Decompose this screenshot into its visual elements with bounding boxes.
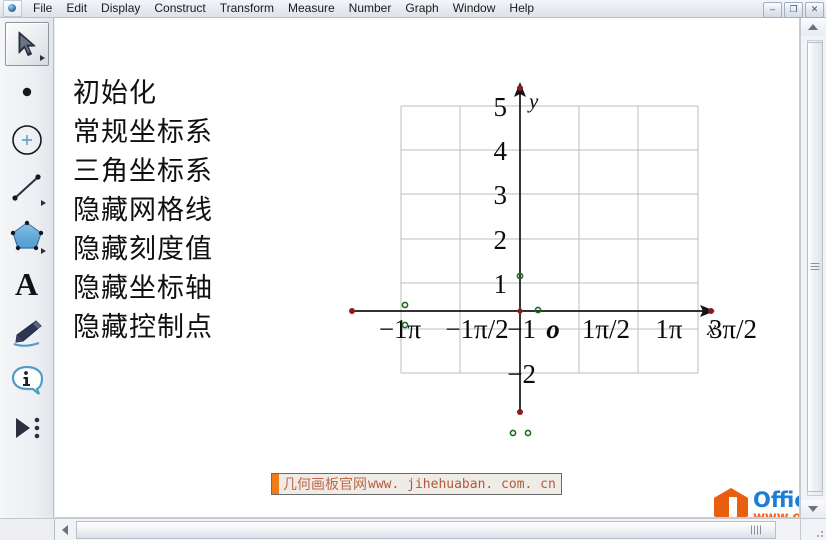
arrow-tool-submenu-icon[interactable]	[39, 55, 45, 61]
polygon-icon	[10, 220, 43, 251]
office-hex-icon	[714, 488, 748, 517]
y-tick-3: 3	[494, 180, 508, 210]
polygon-tool-submenu-icon[interactable]	[40, 248, 46, 254]
arrow-cursor-icon	[18, 31, 35, 56]
menu-item-file[interactable]: File	[26, 0, 59, 17]
menu-item-measure[interactable]: Measure	[281, 0, 342, 17]
line-tool-submenu-icon[interactable]	[40, 200, 46, 206]
free-control-point-1[interactable]	[401, 301, 409, 309]
horizontal-scroll-thumb[interactable]	[76, 521, 776, 539]
watermark-banner: 几何画板官网 www. jihehuaban. com. cn	[271, 473, 562, 495]
watermark-cn-text: 几何画板官网	[283, 477, 367, 493]
minimize-button[interactable]: –	[763, 2, 782, 18]
x-tick-pi-half: 1π/2	[582, 314, 630, 344]
menu-item-number[interactable]: Number	[342, 0, 399, 17]
restore-icon: ❐	[789, 3, 798, 14]
x-tick-minus-pi: −1π	[379, 314, 422, 344]
scroll-grip-icon	[810, 263, 820, 271]
y-tick-5: 5	[494, 92, 508, 122]
compass-circle-tool[interactable]	[5, 118, 49, 162]
office-logo-title: Office教程网	[753, 488, 799, 513]
office-logo-url: www.office26.com	[753, 510, 799, 518]
sketchpad-app-icon[interactable]	[3, 0, 22, 17]
window-controls: – ❐ ✕	[763, 2, 824, 18]
custom-tool[interactable]	[5, 406, 49, 450]
marker-pen-icon	[13, 320, 42, 347]
information-tool[interactable]	[5, 358, 49, 402]
horizontal-scrollbar[interactable]	[55, 518, 800, 540]
y-axis-label: y	[527, 89, 539, 113]
scroll-left-button[interactable]	[56, 520, 74, 539]
menu-item-graph[interactable]: Graph	[398, 0, 445, 17]
menu-item-edit[interactable]: Edit	[59, 0, 94, 17]
text-tool-icon: A	[14, 266, 39, 302]
x-axis-label: x	[706, 316, 717, 340]
x-axis-right-endpoint[interactable]	[708, 308, 714, 314]
chevron-down-icon	[808, 506, 818, 512]
unit-point-x[interactable]	[534, 306, 542, 314]
y-axis-top-endpoint[interactable]	[517, 85, 523, 91]
scroll-grip-icon-horizontal	[751, 525, 761, 535]
menu-item-window[interactable]: Window	[446, 0, 503, 17]
office-logo: Office教程网 www.office26.com	[714, 488, 799, 518]
resize-grip-icon	[814, 528, 823, 537]
axis-arrowheads	[514, 82, 715, 317]
custom-tool-icon	[15, 417, 39, 439]
scroll-up-button[interactable]	[801, 18, 825, 36]
toolbox-bottom-pad	[0, 518, 55, 540]
resize-corner[interactable]	[800, 518, 826, 540]
chevron-up-icon	[808, 24, 818, 30]
coordinate-graph[interactable]: 5 4 3 2 1 −1 −2 −1π −1π/2 o 1π/2 1π 3π/2…	[55, 18, 800, 518]
menu-item-transform[interactable]: Transform	[213, 0, 281, 17]
menu-bar: File Edit Display Construct Transform Me…	[0, 0, 826, 18]
y-tick-2: 2	[494, 225, 508, 255]
info-icon	[11, 365, 43, 395]
sketchpad-window: File Edit Display Construct Transform Me…	[0, 0, 826, 540]
x-tick-pi: 1π	[655, 314, 683, 344]
circle-icon	[11, 125, 42, 155]
close-icon: ✕	[810, 3, 819, 14]
line-segment-icon	[11, 174, 41, 201]
watermark-accent-bar	[272, 474, 279, 494]
origin-point[interactable]	[517, 308, 523, 314]
polygon-tool[interactable]	[5, 214, 49, 258]
vertical-scroll-thumb[interactable]	[807, 42, 823, 492]
vertical-scrollbar[interactable]	[800, 18, 826, 518]
free-control-point-4[interactable]	[524, 429, 532, 437]
marker-pen-tool[interactable]	[5, 310, 49, 354]
y-tick-4: 4	[494, 136, 508, 166]
straightedge-line-tool[interactable]	[5, 166, 49, 210]
office-logo-text: Office教程网 www.office26.com	[753, 488, 799, 518]
y-tick-minus-2: −2	[507, 359, 536, 389]
y-tick-1: 1	[494, 269, 508, 299]
menu-item-construct[interactable]: Construct	[147, 0, 212, 17]
restore-button[interactable]: ❐	[784, 2, 803, 18]
watermark-url-text: www. jihehuaban. com. cn	[368, 476, 556, 492]
chevron-left-icon	[62, 524, 68, 535]
menu-item-help[interactable]: Help	[502, 0, 541, 17]
text-tool[interactable]: A	[5, 262, 49, 306]
point-icon	[22, 87, 31, 97]
menu-item-display[interactable]: Display	[94, 0, 147, 17]
x-tick-minus-pi-half: −1π/2	[445, 314, 508, 344]
y-axis-bottom-endpoint[interactable]	[517, 409, 523, 415]
y-axis-tick-labels: 5 4 3 2 1 −1 −2	[494, 92, 537, 389]
minimize-icon: –	[769, 3, 775, 14]
sketch-canvas[interactable]: 初始化 常规坐标系 三角坐标系 隐藏网格线 隐藏刻度值 隐藏坐标轴 隐藏控制点	[55, 18, 800, 518]
x-tick-origin: o	[546, 314, 560, 344]
arrow-select-tool[interactable]	[4, 22, 49, 66]
close-button[interactable]: ✕	[805, 2, 824, 18]
point-tool[interactable]	[5, 70, 49, 114]
x-axis-left-endpoint[interactable]	[349, 308, 355, 314]
toolbox: A	[0, 18, 54, 518]
scroll-down-button[interactable]	[801, 500, 825, 518]
y-tick-minus-1: −1	[507, 314, 536, 344]
free-control-point-3[interactable]	[509, 429, 517, 437]
